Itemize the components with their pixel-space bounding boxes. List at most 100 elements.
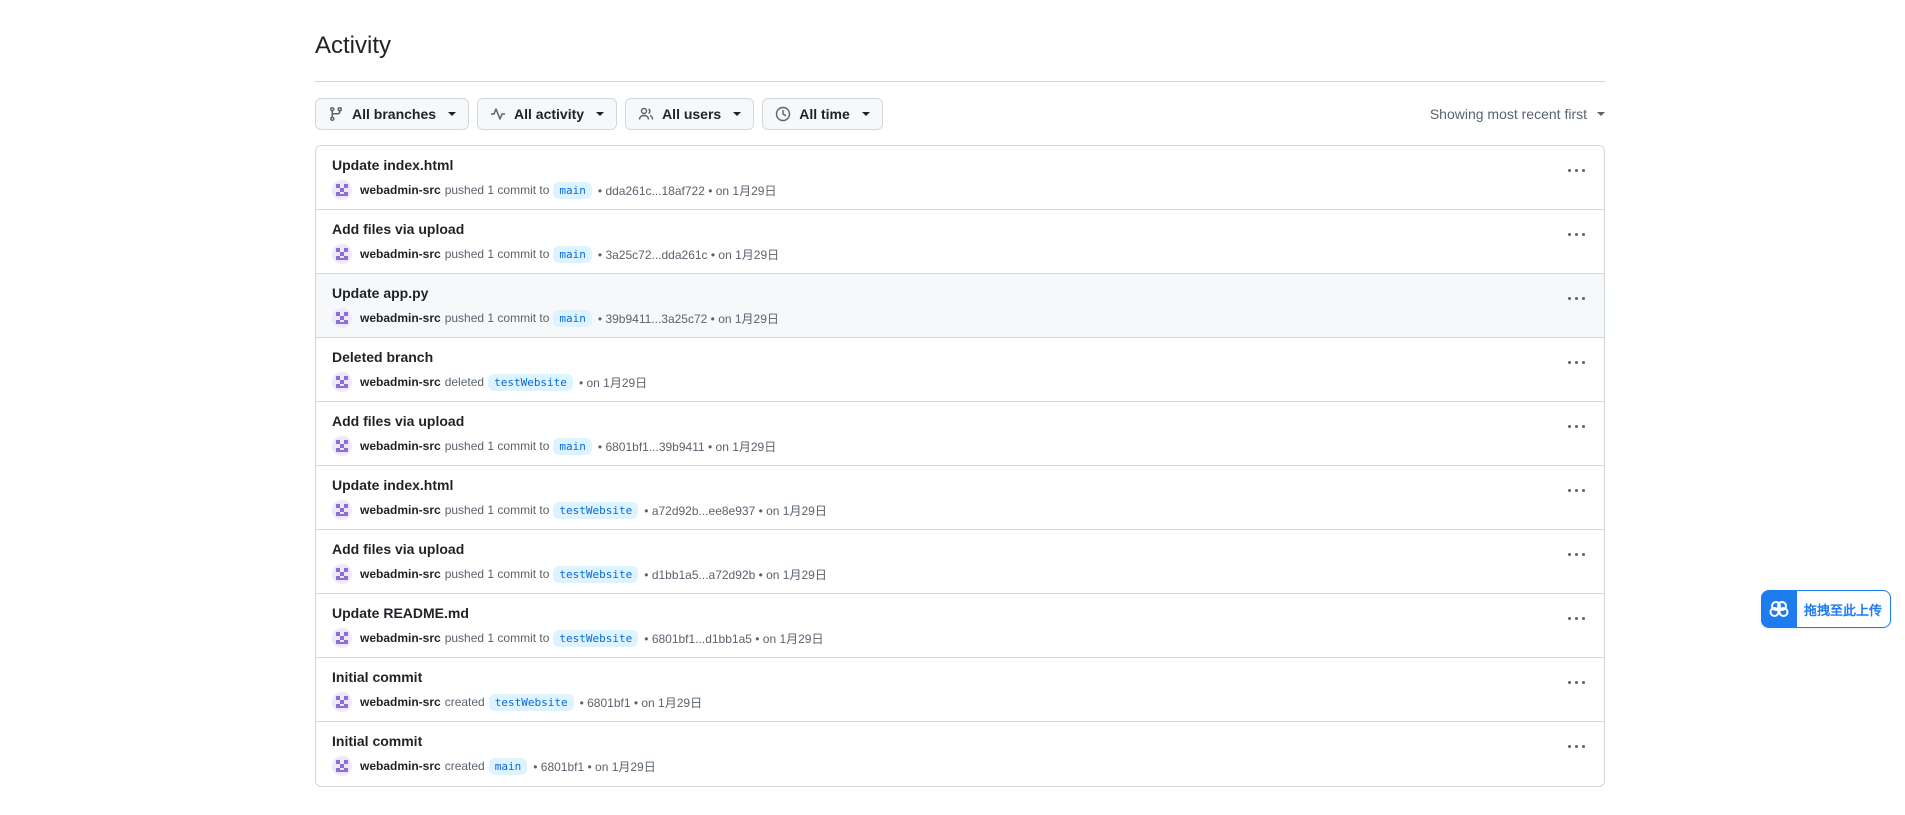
- activity-row: Update index.html webadmin-src pushed 1 co…: [316, 466, 1604, 530]
- chevron-down-icon: [861, 112, 870, 116]
- activity-filter-button[interactable]: All activity: [477, 98, 618, 130]
- avatar[interactable]: [332, 692, 352, 712]
- time-filter-button[interactable]: All time: [762, 98, 883, 130]
- kebab-menu-icon[interactable]: [1560, 224, 1592, 244]
- users-filter-label: All users: [662, 106, 722, 122]
- avatar[interactable]: [332, 244, 352, 264]
- user-link[interactable]: webadmin-src: [360, 311, 441, 325]
- clock-icon: [776, 106, 791, 122]
- people-icon: [638, 107, 654, 120]
- activity-action: pushed 1 commit to: [444, 631, 550, 645]
- activity-action: pushed 1 commit to: [444, 439, 550, 453]
- sort-order-label: Showing most recent first: [1429, 106, 1587, 122]
- avatar[interactable]: [332, 436, 352, 456]
- activity-filter-label: All activity: [514, 106, 585, 122]
- activity-title[interactable]: Initial commit: [332, 733, 422, 749]
- user-link[interactable]: webadmin-src: [360, 439, 441, 453]
- activity-row: Add files via upload webadmin-src pushed 1…: [316, 530, 1604, 594]
- branch-label[interactable]: main: [553, 309, 592, 327]
- activity-meta: webadmin-src pushed 1 commit to main • 39b9…: [332, 308, 779, 328]
- user-link[interactable]: webadmin-src: [360, 567, 441, 581]
- avatar[interactable]: [332, 372, 352, 392]
- kebab-menu-icon[interactable]: [1560, 480, 1592, 500]
- time-filter-label: All time: [799, 106, 850, 122]
- branch-label[interactable]: testWebsite: [553, 629, 639, 647]
- activity-row: Update index.html webadmin-src pushed 1 co…: [316, 146, 1604, 210]
- branches-filter-label: All branches: [352, 106, 437, 122]
- chevron-down-icon: [733, 112, 742, 116]
- activity-action: created: [444, 695, 485, 709]
- activity-title[interactable]: Deleted branch: [332, 349, 433, 365]
- kebab-menu-icon[interactable]: [1560, 288, 1592, 308]
- upload-widget-label: 拖拽至此上传: [1804, 602, 1883, 618]
- activity-detail[interactable]: • 6801bf1 • on 1月29日: [580, 694, 703, 711]
- avatar[interactable]: [332, 628, 352, 648]
- activity-meta: webadmin-src pushed 1 commit to testWebsit…: [332, 628, 824, 648]
- branch-label[interactable]: testWebsite: [488, 693, 574, 711]
- user-link[interactable]: webadmin-src: [360, 247, 441, 261]
- users-filter-button[interactable]: All users: [625, 98, 755, 130]
- activity-detail[interactable]: • 3a25c72...dda261c • on 1月29日: [598, 246, 779, 263]
- user-link[interactable]: webadmin-src: [360, 375, 441, 389]
- activity-detail[interactable]: • 6801bf1...39b9411 • on 1月29日: [598, 438, 776, 455]
- kebab-menu-icon[interactable]: [1560, 672, 1592, 692]
- activity-title[interactable]: Update index.html: [332, 477, 453, 493]
- branch-label[interactable]: main: [488, 757, 528, 775]
- kebab-menu-icon[interactable]: [1560, 608, 1592, 628]
- activity-detail[interactable]: • dda261c...18af722 • on 1月29日: [598, 182, 777, 199]
- activity-title[interactable]: Update index.html: [332, 157, 453, 173]
- activity-detail[interactable]: • 6801bf1 • on 1月29日: [533, 758, 656, 775]
- kebab-menu-icon[interactable]: [1560, 352, 1592, 372]
- activity-meta: webadmin-src created main • 6801bf1 • on 1月…: [332, 756, 656, 776]
- avatar[interactable]: [332, 564, 352, 584]
- page-title: Activity: [315, 0, 1605, 82]
- branch-label[interactable]: testWebsite: [553, 565, 639, 583]
- activity-title[interactable]: Add files via upload: [332, 413, 464, 429]
- activity-title[interactable]: Add files via upload: [332, 221, 464, 237]
- activity-meta: webadmin-src deleted testWebsite • on 1月29日: [332, 372, 647, 392]
- avatar[interactable]: [332, 500, 352, 520]
- activity-detail[interactable]: • d1bb1a5...a72d92b • on 1月29日: [644, 566, 827, 583]
- avatar[interactable]: [332, 308, 352, 328]
- branch-label[interactable]: main: [553, 245, 592, 263]
- activity-title[interactable]: Update app.py: [332, 285, 428, 301]
- user-link[interactable]: webadmin-src: [360, 183, 441, 197]
- activity-detail[interactable]: • a72d92b...ee8e937 • on 1月29日: [644, 502, 827, 519]
- user-link[interactable]: webadmin-src: [360, 695, 441, 709]
- activity-detail[interactable]: • 6801bf1...d1bb1a5 • on 1月29日: [644, 630, 823, 647]
- activity-meta: webadmin-src created testWebsite • 6801bf1 …: [332, 692, 702, 712]
- activity-action: pushed 1 commit to: [444, 503, 550, 517]
- activity-detail[interactable]: • 39b9411...3a25c72 • on 1月29日: [598, 310, 779, 327]
- branch-label[interactable]: testWebsite: [488, 373, 573, 391]
- branches-filter-button[interactable]: All branches: [315, 98, 470, 130]
- upload-drop-widget[interactable]: 拖拽至此上传: [1761, 590, 1891, 628]
- cloud-upload-icon: [1761, 591, 1797, 627]
- activity-meta: webadmin-src pushed 1 commit to main • 6801…: [332, 436, 776, 456]
- chevron-down-icon: [596, 112, 605, 116]
- activity-title[interactable]: Initial commit: [332, 669, 422, 685]
- user-link[interactable]: webadmin-src: [360, 503, 441, 517]
- sort-order-menu[interactable]: Showing most recent first: [1430, 106, 1605, 122]
- activity-title[interactable]: Update README.md: [332, 605, 469, 621]
- kebab-menu-icon[interactable]: [1560, 736, 1592, 756]
- user-link[interactable]: webadmin-src: [360, 631, 441, 645]
- activity-action: pushed 1 commit to: [444, 247, 550, 261]
- activity-meta: webadmin-src pushed 1 commit to testWebsit…: [332, 564, 827, 584]
- activity-row: Initial commit webadmin-src created main • 6…: [316, 722, 1604, 786]
- pulse-icon: [491, 108, 506, 120]
- avatar[interactable]: [332, 756, 352, 776]
- kebab-menu-icon[interactable]: [1560, 416, 1592, 436]
- avatar[interactable]: [332, 180, 352, 200]
- branch-label[interactable]: main: [553, 181, 592, 199]
- kebab-menu-icon[interactable]: [1560, 544, 1592, 564]
- branch-label[interactable]: main: [553, 437, 592, 455]
- activity-action: pushed 1 commit to: [444, 567, 550, 581]
- activity-row: Deleted branch webadmin-src deleted testWeb…: [316, 338, 1604, 402]
- activity-title[interactable]: Add files via upload: [332, 541, 464, 557]
- activity-row: Add files via upload webadmin-src pushed 1…: [316, 402, 1604, 466]
- branch-label[interactable]: testWebsite: [553, 501, 639, 519]
- kebab-menu-icon[interactable]: [1560, 160, 1592, 180]
- activity-detail[interactable]: • on 1月29日: [579, 374, 647, 391]
- git-branch-icon: [330, 106, 342, 122]
- user-link[interactable]: webadmin-src: [360, 759, 441, 773]
